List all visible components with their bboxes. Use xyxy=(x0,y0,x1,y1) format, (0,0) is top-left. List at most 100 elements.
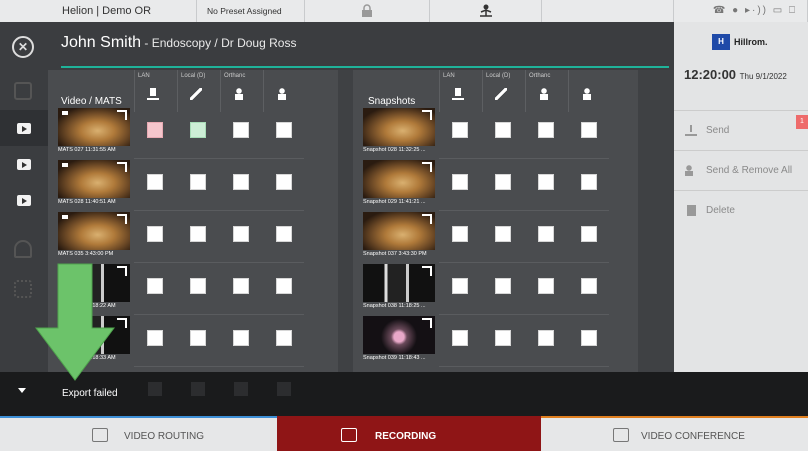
expand-icon[interactable] xyxy=(422,110,432,120)
export-failed-message: Export failed xyxy=(62,388,118,399)
row-divider xyxy=(134,314,304,315)
tab-video-conference[interactable]: VIDEO CONFERENCE xyxy=(541,416,808,451)
snapshot-export-checkbox[interactable] xyxy=(538,174,554,190)
shield-icon[interactable] xyxy=(14,240,32,258)
snapshot-export-checkbox[interactable] xyxy=(581,226,597,242)
system-title: Helion | Demo OR xyxy=(0,0,197,22)
video-item[interactable]: MATS 035 3:43:00 PM xyxy=(58,212,130,260)
video-export-checkbox[interactable] xyxy=(147,174,163,190)
send-remove-all-button[interactable]: Send & Remove All xyxy=(674,150,808,190)
snapshot-thumbnail[interactable] xyxy=(363,212,435,250)
video-export-checkbox[interactable] xyxy=(147,122,163,138)
video-export-checkbox[interactable] xyxy=(233,278,249,294)
snapshot-thumbnail[interactable] xyxy=(363,108,435,146)
procedure-name: - Endoscopy / Dr Doug Ross xyxy=(141,36,297,50)
tab-video-library[interactable] xyxy=(0,110,48,146)
video-export-checkbox[interactable] xyxy=(276,226,292,242)
video-export-checkbox[interactable] xyxy=(276,174,292,190)
video-thumbnail[interactable] xyxy=(58,212,130,250)
snapshot-export-checkbox[interactable] xyxy=(495,226,511,242)
snapshot-export-checkbox[interactable] xyxy=(495,174,511,190)
snapshot-export-checkbox[interactable] xyxy=(581,174,597,190)
expand-icon[interactable] xyxy=(117,266,127,276)
tab-video-routing[interactable]: VIDEO ROUTING xyxy=(0,416,277,451)
video-item[interactable]: MATS 027 11:31:55 AM xyxy=(58,108,130,156)
snapshot-export-checkbox[interactable] xyxy=(538,122,554,138)
snapshot-export-checkbox[interactable] xyxy=(495,122,511,138)
snapshot-export-checkbox[interactable] xyxy=(452,226,468,242)
top-status-bar: Helion | Demo OR No Preset Assigned ☎ ● … xyxy=(0,0,808,22)
video-export-checkbox[interactable] xyxy=(233,122,249,138)
close-icon[interactable]: ✕ xyxy=(12,36,34,58)
snapshot-export-checkbox[interactable] xyxy=(495,278,511,294)
ghost-checkbox xyxy=(277,382,291,396)
video-export-checkbox[interactable] xyxy=(147,226,163,242)
video-thumbnail[interactable] xyxy=(58,160,130,198)
video-export-checkbox[interactable] xyxy=(147,330,163,346)
col-local: Local (D) xyxy=(177,70,213,112)
video-export-checkbox[interactable] xyxy=(276,330,292,346)
expand-icon[interactable] xyxy=(117,318,127,328)
video-export-checkbox[interactable] xyxy=(190,174,206,190)
video-export-checkbox[interactable] xyxy=(233,174,249,190)
snapshot-item[interactable]: Snapshot 037 3:43:30 PM xyxy=(363,212,435,260)
snapshot-caption: Snapshot 029 11:41:21 ... xyxy=(363,199,426,205)
expand-icon[interactable] xyxy=(422,214,432,224)
preset-status[interactable]: No Preset Assigned xyxy=(197,0,305,22)
snapshot-export-checkbox[interactable] xyxy=(495,330,511,346)
video-export-checkbox[interactable] xyxy=(190,226,206,242)
snapshot-export-checkbox[interactable] xyxy=(538,278,554,294)
snapshot-item[interactable]: Snapshot 039 11:18:43 ... xyxy=(363,316,435,364)
ghost-checkbox xyxy=(148,382,162,396)
video-export-checkbox[interactable] xyxy=(190,278,206,294)
snapshot-item[interactable]: Snapshot 029 11:41:21 ... xyxy=(363,160,435,208)
snapshot-export-checkbox[interactable] xyxy=(452,174,468,190)
snapshot-export-checkbox[interactable] xyxy=(581,330,597,346)
video-export-checkbox[interactable] xyxy=(276,278,292,294)
send-remove-icon xyxy=(685,165,697,176)
hillrom-logo: H Hillrom. xyxy=(712,33,768,51)
snapshot-export-checkbox[interactable] xyxy=(452,330,468,346)
video-export-checkbox[interactable] xyxy=(190,122,206,138)
snapshot-export-checkbox[interactable] xyxy=(452,278,468,294)
snapshot-caption: Snapshot 038 11:18:25 ... xyxy=(363,303,426,309)
snapshot-item[interactable]: Snapshot 038 11:18:25 ... xyxy=(363,264,435,312)
snapshot-panel: Snapshots LAN Local (D) Orthanc Snapshot… xyxy=(353,70,638,372)
video-export-checkbox[interactable] xyxy=(190,330,206,346)
delete-button[interactable]: Delete xyxy=(674,190,808,230)
expand-icon[interactable] xyxy=(422,162,432,172)
signal-icon[interactable] xyxy=(14,280,32,298)
system-status-icons[interactable]: ☎ ● ▸·)) ▭ ⎕ xyxy=(674,0,808,22)
snapshot-export-checkbox[interactable] xyxy=(452,122,468,138)
snapshot-thumbnail[interactable] xyxy=(363,316,435,354)
snapshot-export-checkbox[interactable] xyxy=(538,226,554,242)
tab-recording[interactable]: RECORDING xyxy=(277,416,541,451)
lan-icon xyxy=(147,88,159,100)
expand-icon[interactable] xyxy=(117,110,127,120)
snapshot-item[interactable]: Snapshot 028 11:32:25 ... xyxy=(363,108,435,156)
snapshot-export-checkbox[interactable] xyxy=(538,330,554,346)
snapshot-export-checkbox[interactable] xyxy=(581,278,597,294)
snapshot-thumbnail[interactable] xyxy=(363,160,435,198)
video-export-checkbox[interactable] xyxy=(233,226,249,242)
video-export-checkbox[interactable] xyxy=(233,330,249,346)
usb-icon xyxy=(495,88,507,100)
video-export-checkbox[interactable] xyxy=(276,122,292,138)
person-icon[interactable] xyxy=(430,0,542,22)
lock-icon[interactable] xyxy=(305,0,430,22)
video-thumbnail[interactable] xyxy=(58,108,130,146)
orthanc-icon xyxy=(538,88,550,100)
video-export-checkbox[interactable] xyxy=(147,278,163,294)
snapshot-thumbnail[interactable] xyxy=(363,264,435,302)
expand-icon[interactable] xyxy=(422,266,432,276)
tab-video[interactable] xyxy=(0,146,48,182)
clipboard-icon[interactable] xyxy=(14,82,32,100)
expand-icon[interactable] xyxy=(117,214,127,224)
send-button[interactable]: Send xyxy=(674,110,808,150)
expand-icon[interactable] xyxy=(117,162,127,172)
snapshot-export-checkbox[interactable] xyxy=(581,122,597,138)
chevron-down-icon[interactable] xyxy=(18,388,26,393)
video-item[interactable]: MATS 028 11:40:51 AM xyxy=(58,160,130,208)
tab-playback[interactable] xyxy=(0,182,48,218)
expand-icon[interactable] xyxy=(422,318,432,328)
